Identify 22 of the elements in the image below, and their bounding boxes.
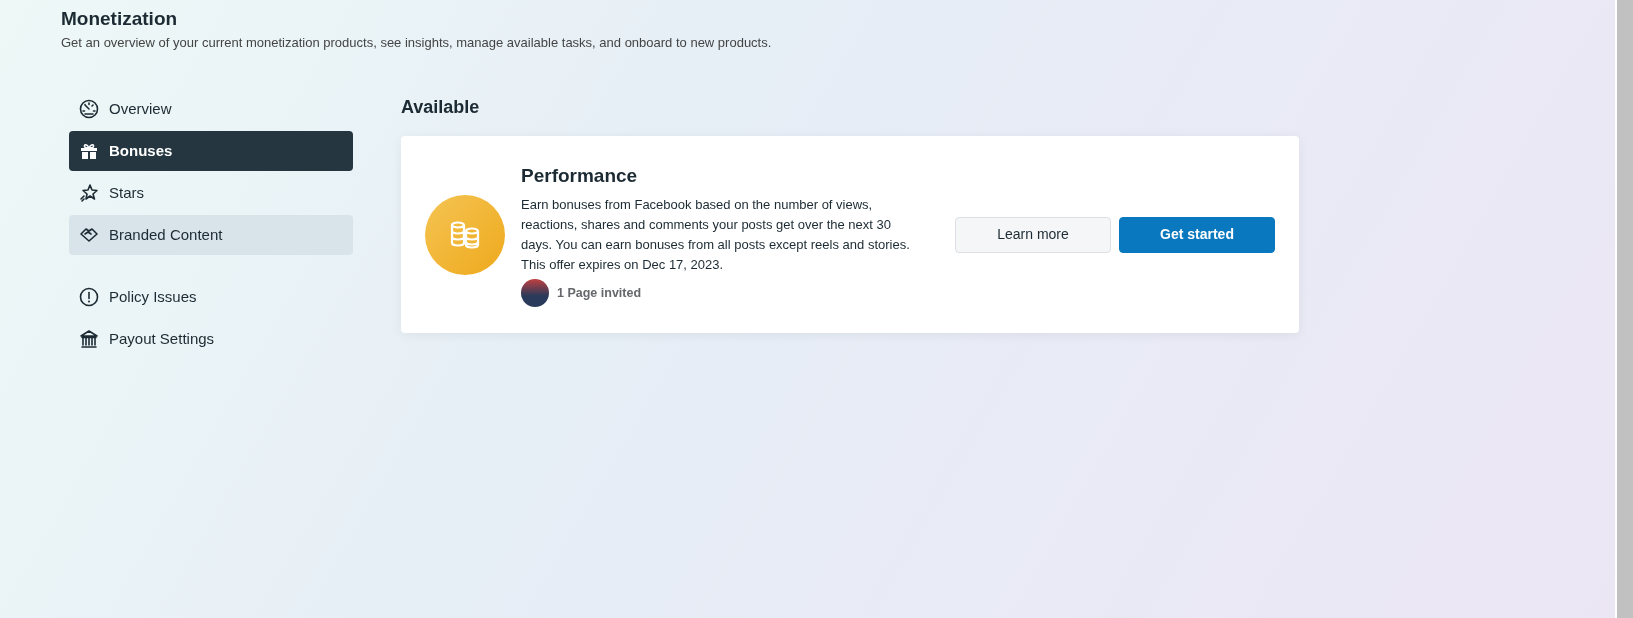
gauge-icon [79,99,99,120]
page-subtitle: Get an overview of your current monetization products, see insights, manage available tasks, and onboard to new products. [61,33,773,52]
sidebar-item[interactable]: Stars [69,173,353,214]
gift-icon [79,141,99,162]
sidebar-item[interactable]: Overview [69,89,353,130]
scrollbar[interactable] [1615,0,1633,618]
section-title: Available [401,96,481,120]
sidebar-item[interactable]: Bonuses [69,131,353,172]
sidebar-item[interactable]: Branded Content [69,215,353,256]
bank-icon [79,329,99,350]
alert-icon [79,287,99,308]
page-title: Monetization [61,8,179,31]
invited-count: 1 Page invited [557,285,642,302]
coins-icon [449,220,481,249]
sidebar-item[interactable]: Payout Settings [69,319,353,360]
offer-title: Performance [521,164,639,189]
offer-description: Earn bonuses from Facebook based on the number of views, reactions, shares and comments your posts get over the next 30 days. You can earn bonuses from all posts except reels and stories. This offer expires on Dec 17, 2023. [521,195,911,275]
get-started-button[interactable]: Get started [1119,216,1275,253]
page-avatar [521,279,549,308]
sidebar-item[interactable]: Policy Issues [69,277,353,318]
star-icon [79,183,99,204]
learn-more-button[interactable]: Learn more [955,216,1111,253]
